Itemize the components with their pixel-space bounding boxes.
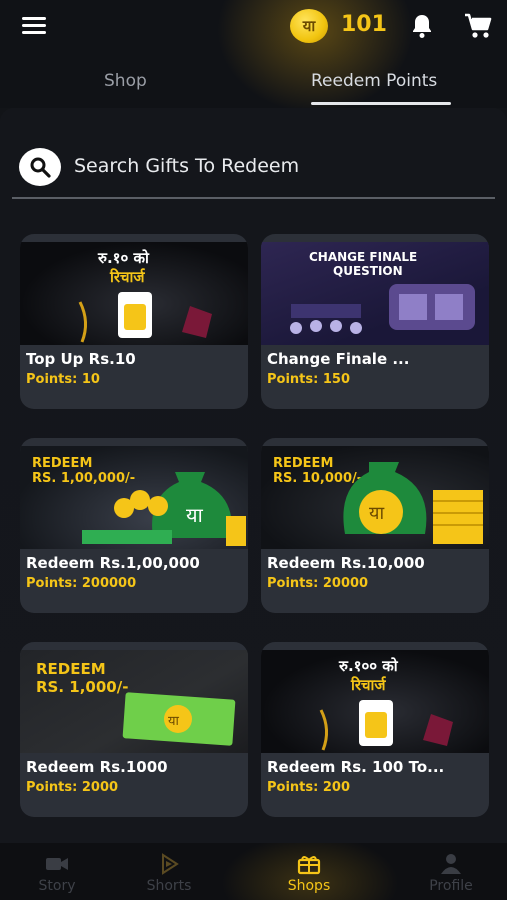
image-caption: QUESTION bbox=[333, 264, 403, 278]
image-caption: RS. 1,000/- bbox=[36, 678, 129, 696]
gift-image: REDEEM RS. 1,000/- या bbox=[20, 650, 248, 753]
nav-label: Shorts bbox=[146, 878, 192, 894]
cart-icon[interactable] bbox=[464, 13, 492, 39]
hamburger-menu-icon[interactable] bbox=[22, 17, 46, 35]
gift-box-icon bbox=[297, 856, 321, 875]
shorts-icon bbox=[162, 853, 179, 875]
image-caption: रु.१० को bbox=[98, 249, 149, 267]
search-divider bbox=[12, 197, 495, 199]
gift-image: REDEEM RS. 1,00,000/- या bbox=[20, 446, 248, 549]
nav-shorts[interactable]: Shorts bbox=[119, 843, 219, 900]
search-button[interactable] bbox=[19, 148, 61, 186]
gift-points: Points: 2000 bbox=[26, 780, 119, 795]
coin-icon: या bbox=[290, 9, 328, 43]
qa-illustration bbox=[290, 284, 475, 334]
gift-points: Points: 20000 bbox=[267, 576, 369, 591]
gift-card-redeem-1000[interactable]: REDEEM RS. 1,000/- या Redeem Rs.1000 Poi… bbox=[20, 642, 248, 817]
nav-label: Story bbox=[38, 878, 76, 894]
gift-card-redeem-10000[interactable]: REDEEM RS. 10,000/- या Redeem Rs.10,000 … bbox=[261, 438, 489, 613]
money-bag-icon: या bbox=[343, 462, 483, 544]
video-camera-icon bbox=[46, 858, 68, 870]
gift-points: Points: 10 bbox=[26, 372, 100, 387]
gift-title: Redeem Rs.1,00,000 bbox=[26, 554, 200, 572]
gift-image: रु.१०० को रिचार्ज bbox=[261, 650, 489, 753]
svg-text:या: या bbox=[186, 503, 204, 527]
search-input[interactable]: Search Gifts To Redeem bbox=[74, 155, 299, 177]
gift-card-change-finale[interactable]: CHANGE FINALE QUESTION Change Finale ...… bbox=[261, 234, 489, 409]
image-caption: रु.१०० को bbox=[339, 657, 398, 675]
gift-title: Redeem Rs.10,000 bbox=[267, 554, 425, 572]
gift-image: REDEEM RS. 10,000/- या bbox=[261, 446, 489, 549]
nav-shops[interactable]: Shops bbox=[259, 843, 359, 900]
money-bag-icon: या bbox=[82, 472, 246, 546]
gift-points: Points: 200 bbox=[267, 780, 350, 795]
app-header: या 101 Shop Reedem Points bbox=[0, 0, 507, 108]
gift-title: Redeem Rs.1000 bbox=[26, 758, 168, 776]
bell-icon[interactable] bbox=[410, 13, 434, 39]
sim-card-icon bbox=[78, 292, 212, 343]
gift-image: रु.१० को रिचार्ज bbox=[20, 242, 248, 345]
banknote-icon: या bbox=[122, 692, 236, 746]
active-tab-indicator bbox=[311, 102, 451, 105]
gift-title: Redeem Rs. 100 To... bbox=[267, 758, 445, 776]
gift-card-topup-10[interactable]: रु.१० को रिचार्ज Top Up Rs.10 Points: 10 bbox=[20, 234, 248, 409]
gift-title: Top Up Rs.10 bbox=[26, 350, 136, 368]
points-balance: 101 bbox=[341, 12, 387, 37]
svg-text:या: या bbox=[369, 503, 384, 524]
sim-card-icon bbox=[319, 700, 453, 751]
tab-shop[interactable]: Shop bbox=[104, 71, 147, 91]
image-caption: REDEEM bbox=[36, 660, 106, 678]
svg-text:या: या bbox=[168, 714, 180, 729]
search-icon bbox=[30, 157, 51, 178]
person-icon bbox=[441, 854, 461, 874]
gift-points: Points: 200000 bbox=[26, 576, 137, 591]
nav-label: Profile bbox=[429, 878, 473, 894]
gift-title: Change Finale ... bbox=[267, 350, 410, 368]
nav-story[interactable]: Story bbox=[7, 843, 107, 900]
tab-redeem-points[interactable]: Reedem Points bbox=[311, 71, 437, 91]
gift-image: CHANGE FINALE QUESTION bbox=[261, 242, 489, 345]
gift-points: Points: 150 bbox=[267, 372, 350, 387]
gift-card-topup-100[interactable]: रु.१०० को रिचार्ज Redeem Rs. 100 To... P… bbox=[261, 642, 489, 817]
nav-label: Shops bbox=[287, 878, 331, 894]
bottom-nav: Story Shorts Shops Profile bbox=[0, 843, 507, 900]
nav-profile[interactable]: Profile bbox=[401, 843, 501, 900]
image-caption: CHANGE FINALE bbox=[309, 250, 418, 264]
gift-card-redeem-100000[interactable]: REDEEM RS. 1,00,000/- या Redeem Rs.1,00,… bbox=[20, 438, 248, 613]
